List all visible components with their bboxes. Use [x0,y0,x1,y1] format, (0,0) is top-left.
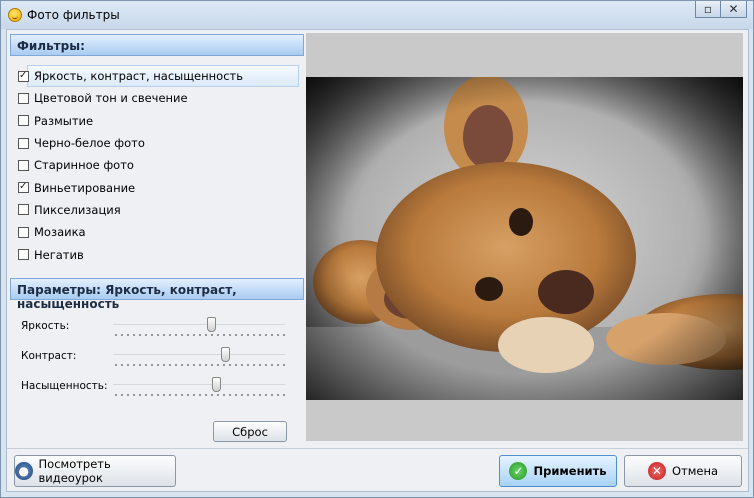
filter-label: Пикселизация [34,202,121,217]
maximize-button[interactable]: ▫ [695,1,721,18]
watch-video-button[interactable]: ● Посмотреть видеоурок [14,455,176,487]
filter-checkbox[interactable] [18,226,29,238]
watch-video-label: Посмотреть видеоурок [38,457,111,485]
filter-item[interactable]: Размытие [15,110,295,132]
slider-thumb[interactable] [212,377,222,392]
filter-item[interactable]: Старинное фото [15,154,295,176]
apply-button[interactable]: ✓ Применить [499,455,617,487]
param-label: Контраст: [21,350,77,362]
slider-thumb[interactable] [207,317,217,332]
filter-checkbox[interactable] [18,249,29,261]
footer-divider [7,448,748,449]
reset-button[interactable]: Сброс [213,421,287,442]
filter-window: Фото фильтры ▫ ✕ Фильтры: Яркость, контр… [0,0,754,498]
close-button[interactable]: ✕ [721,1,747,18]
filter-item[interactable]: Яркость, контраст, насыщенность [15,65,299,88]
filter-label: Черно-белое фото [34,136,145,151]
filter-item[interactable]: Черно-белое фото [15,132,295,154]
webcam-icon: ● [15,462,33,480]
param-slider[interactable] [113,377,285,401]
filter-item[interactable]: Цветовой тон и свечение [15,87,295,109]
param-label: Яркость: [21,320,70,332]
filter-label: Старинное фото [34,158,134,173]
filter-checkbox[interactable] [18,204,29,216]
cancel-x-icon: ✕ [647,462,666,480]
filter-item[interactable]: Пикселизация [15,199,295,221]
param-slider[interactable] [113,317,285,341]
filter-item[interactable]: Мозаика [15,221,295,243]
filter-list: Яркость, контраст, насыщенность Цветовой … [15,65,299,266]
title-bar[interactable]: Фото фильтры ▫ ✕ [1,1,753,29]
filter-checkbox[interactable] [18,159,29,171]
filter-checkbox[interactable] [18,70,29,82]
filter-label: Негатив [34,247,84,262]
window-title: Фото фильтры [27,8,120,22]
checkmark-icon: ✓ [509,462,528,480]
close-icon: ✕ [728,2,739,16]
maximize-icon: ▫ [703,2,713,16]
filter-checkbox[interactable] [18,137,29,149]
param-slider[interactable] [113,347,285,371]
filter-checkbox[interactable] [18,182,29,194]
filter-label: Яркость, контраст, насыщенность [34,69,244,84]
filter-label: Мозаика [34,225,86,240]
param-label: Насыщенность: [21,380,108,392]
lion-cub-image [306,77,743,400]
filter-checkbox[interactable] [18,92,29,104]
preview-image [306,77,743,400]
filter-checkbox[interactable] [18,115,29,127]
cancel-button[interactable]: ✕ Отмена [624,455,742,487]
params-header: Параметры: Яркость, контраст, насыщеннос… [10,278,304,311]
filter-label: Виньетирование [34,180,136,195]
filter-item[interactable]: Негатив [15,243,295,265]
cancel-label: Отмена [671,464,719,478]
preview-area [306,33,743,441]
filter-label: Размытие [34,113,94,128]
filter-item[interactable]: Виньетирование [15,176,295,198]
apply-label: Применить [533,464,607,478]
slider-thumb[interactable] [220,347,230,362]
filters-header: Фильтры: [10,34,304,56]
filter-label: Цветовой тон и свечение [34,91,188,106]
smiley-app-icon [8,8,22,22]
dialog-body: Фильтры: Яркость, контраст, насыщенность… [6,29,749,492]
